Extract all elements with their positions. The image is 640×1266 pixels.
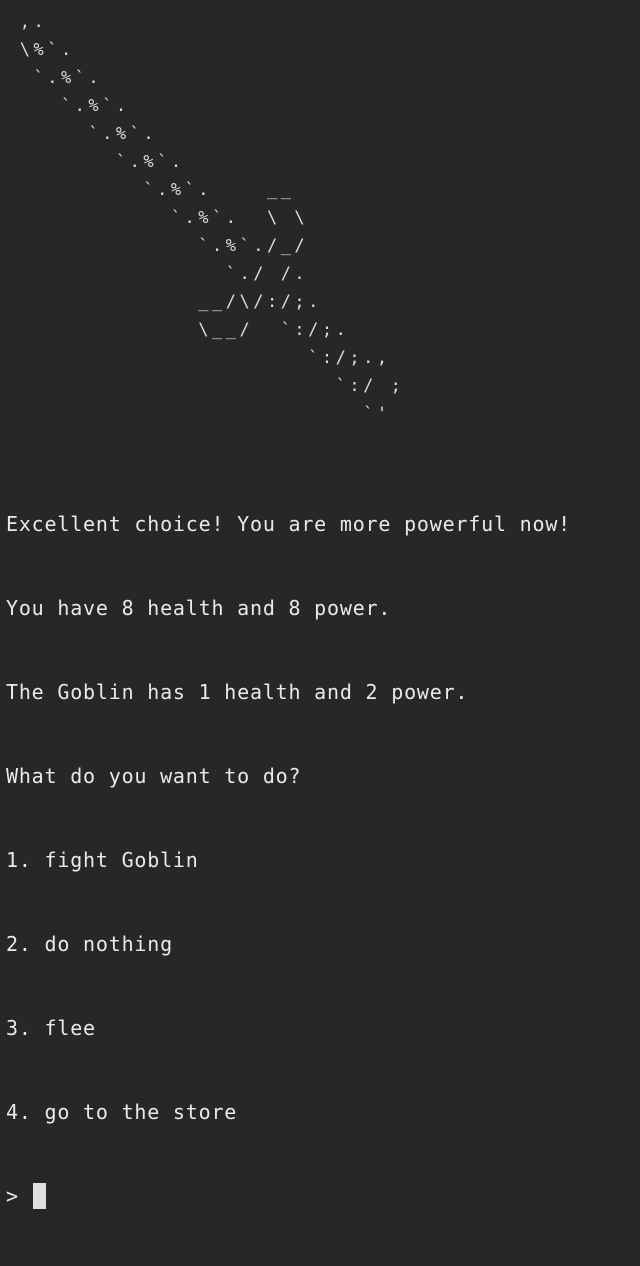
- prompt-symbol: >: [6, 1184, 19, 1208]
- option-fight-goblin: 1. fight Goblin: [6, 848, 199, 872]
- result-message: Excellent choice! You are more powerful …: [6, 512, 572, 536]
- option-flee: 3. flee: [6, 1016, 96, 1040]
- terminal-output: Excellent choice! You are more powerful …: [6, 454, 571, 1266]
- player-stats: You have 8 health and 8 power.: [6, 596, 392, 620]
- enemy-stats: The Goblin has 1 health and 2 power.: [6, 680, 469, 704]
- action-question: What do you want to do?: [6, 764, 302, 788]
- ascii-sword-art: ,. \%`. `.%`. `.%`. `.%`. `.%`. `.%`. __…: [19, 12, 405, 424]
- text-cursor: [32, 1183, 46, 1209]
- terminal-window[interactable]: ,. \%`. `.%`. `.%`. `.%`. `.%`. `.%`. __…: [0, 0, 640, 1209]
- option-do-nothing: 2. do nothing: [6, 932, 173, 956]
- option-go-to-store: 4. go to the store: [6, 1100, 238, 1124]
- command-prompt[interactable]: >: [6, 1182, 571, 1210]
